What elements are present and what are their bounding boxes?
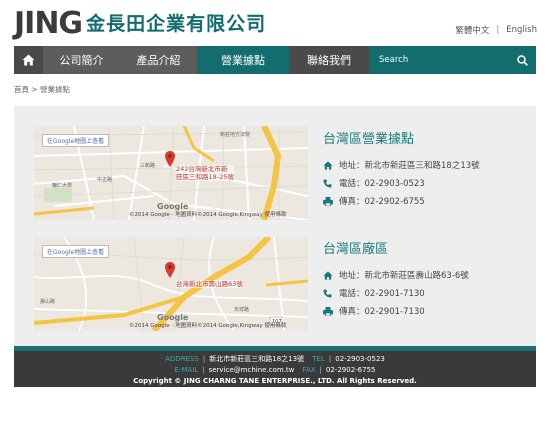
phone-icon (323, 178, 332, 188)
home-icon (22, 54, 35, 66)
location-address-row: 地址：新北市新莊區壽山路63-6號 (323, 266, 469, 284)
location-fax: 傳真：02-2901-7130 (339, 307, 425, 317)
map-pin-label: 台灣新北市壽山路63號 (176, 280, 243, 288)
nav-search-box (369, 46, 536, 74)
search-button[interactable] (509, 46, 536, 74)
svg-text:中正路: 中正路 (97, 176, 112, 183)
phone-icon (323, 288, 332, 298)
breadcrumb: 首頁 > 營業據點 (14, 85, 71, 94)
location-info-sales: 台灣區營業據點 地址：新北市新莊區三和路18之13號 電話：02-2903-05… (323, 128, 480, 210)
fax-icon (323, 306, 333, 316)
language-switcher: 繁體中文 | English (455, 24, 537, 36)
fax-icon (323, 196, 333, 206)
map-sales-office[interactable]: 輔仁大學 中正路 三和路 新莊地方法院 在Google地圖上查看 242台灣新北… (34, 126, 308, 220)
location-title: 台灣區營業據點 (323, 132, 415, 147)
map-attribution: ©2014 Google - 地圖資料©2014 Google,Kingway … (129, 212, 287, 218)
main-nav: 公司簡介 產品介紹 營業據點 聯絡我們 (14, 46, 536, 74)
location-phone-row: 電話：02-2901-7130 (323, 284, 469, 302)
location-address-row: 地址：新北市新莊區三和路18之13號 (323, 156, 480, 174)
footer-address-value: 新北市新莊區三和路18之13號 (209, 355, 305, 363)
map-pin-icon (165, 262, 175, 278)
location-info-factory: 台灣區廠區 地址：新北市新莊區壽山路63-6號 電話：02-2901-7130 (323, 238, 469, 320)
footer-contact-line-1: ADDRESS | 新北市新莊區三和路18之13號 TEL | 02-2903-0523 (165, 355, 385, 363)
nav-about[interactable]: 公司簡介 (43, 46, 120, 74)
footer-copyright: Copyright © JING CHARNG TANE ENTERPRISE.… (133, 377, 417, 385)
footer-fax-key: FAX (302, 366, 316, 374)
svg-text:新莊地方法院: 新莊地方法院 (220, 131, 250, 138)
svg-text:天祥路: 天祥路 (234, 306, 249, 313)
site-header: JING 金長田企業有限公司 繁體中文 | English (0, 0, 559, 46)
svg-text:三和路: 三和路 (140, 162, 155, 169)
map-attribution: ©2014 Google - 地圖資料©2014 Google,Kingway … (129, 323, 287, 329)
nav-sites-active[interactable]: 營業據點 (197, 46, 289, 74)
footer-address-key: ADDRESS (165, 355, 199, 363)
footer-contact-line-2: E-MAIL | service@mchine.com.tw FAX | 02-2902… (174, 366, 376, 374)
footer-tel-key: TEL (312, 355, 325, 363)
lang-divider: | (496, 25, 500, 35)
location-phone: 電話：02-2903-0523 (339, 179, 425, 189)
location-fax-row: 傳真：02-2902-6755 (323, 192, 480, 210)
location-address: 地址：新北市新莊區三和路18之13號 (339, 161, 480, 171)
footer-email-value[interactable]: service@mchine.com.tw (209, 366, 295, 374)
logo-company-name: 金長田企業有限公司 (86, 13, 267, 35)
svg-text:輔仁大學: 輔仁大學 (52, 182, 72, 189)
svg-text:壽山路: 壽山路 (40, 298, 55, 305)
footer-tel-value: 02-2903-0523 (335, 355, 385, 363)
nav-contact[interactable]: 聯絡我們 (289, 46, 369, 74)
home-icon (323, 160, 333, 170)
company-logo[interactable]: JING 金長田企業有限公司 (14, 8, 266, 40)
nav-home[interactable] (14, 46, 43, 74)
location-fax: 傳真：02-2902-6755 (339, 197, 425, 207)
footer-email-key: E-MAIL (174, 366, 199, 374)
locations-section: 輔仁大學 中正路 三和路 新莊地方法院 在Google地圖上查看 242台灣新北… (14, 106, 536, 346)
site-footer: ADDRESS | 新北市新莊區三和路18之13號 TEL | 02-2903-0523… (14, 346, 536, 387)
map-view-on-google-link[interactable]: 在Google地圖上查看 (42, 245, 110, 258)
nav-products[interactable]: 產品介紹 (120, 46, 197, 74)
lang-english-link[interactable]: English (506, 25, 537, 35)
logo-jing-text: JING (14, 6, 83, 41)
search-input[interactable] (379, 55, 509, 65)
footer-fax-value: 02-2902-6755 (325, 366, 376, 374)
location-phone: 電話：02-2901-7130 (339, 289, 425, 299)
map-pin-icon (165, 151, 175, 167)
search-icon (517, 54, 528, 66)
location-address: 地址：新北市新莊區壽山路63-6號 (339, 271, 469, 281)
location-phone-row: 電話：02-2903-0523 (323, 174, 480, 192)
home-icon (323, 270, 333, 280)
location-title: 台灣區廠區 (323, 242, 389, 257)
lang-chinese-link[interactable]: 繁體中文 (455, 24, 489, 36)
map-pin-label: 242台灣新北市新 莊區三和路18-25號 (176, 165, 234, 181)
map-view-on-google-link[interactable]: 在Google地圖上查看 (42, 134, 110, 147)
map-factory[interactable]: 107 壽山路 天祥路 在Google地圖上查看 台灣新北市壽山路63號 Goo… (34, 237, 308, 331)
location-fax-row: 傳真：02-2901-7130 (323, 302, 469, 320)
